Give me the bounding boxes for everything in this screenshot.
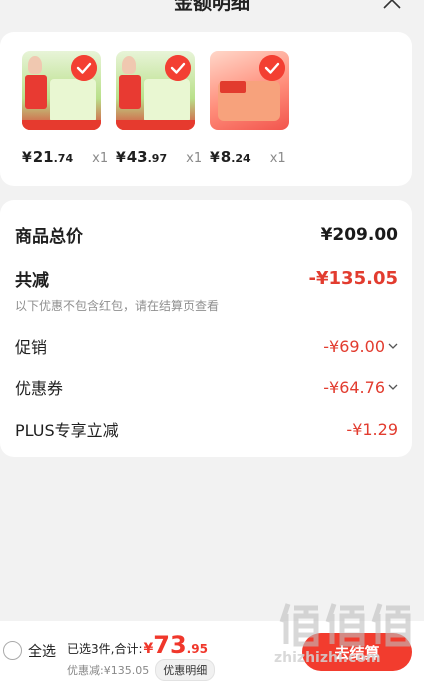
total-reduction-label: 共减 [15, 271, 49, 291]
discount-line: 优惠减:¥135.05 优惠明细 [67, 659, 216, 681]
checkmark-icon[interactable] [259, 55, 285, 81]
product-quantity: x1 [186, 151, 203, 166]
price-integer: 21 [32, 148, 54, 166]
coupon-value: -¥64.76 [323, 377, 385, 397]
price-decimal: .74 [53, 152, 74, 165]
total-price-label: 商品总价 [15, 227, 83, 247]
total-decimal: .95 [186, 642, 208, 656]
person-graphic [122, 56, 136, 74]
plus-discount-label: PLUS专享立减 [15, 421, 119, 440]
product-quantity: x1 [92, 151, 109, 166]
price-integer: 8 [220, 148, 232, 166]
checkmark-icon[interactable] [71, 55, 97, 81]
total-reduction-row: 共减 -¥135.05 [15, 266, 398, 291]
product-quantity: x1 [269, 151, 286, 166]
total-price-value: ¥209.00 [320, 224, 398, 245]
checkmark-icon[interactable] [165, 55, 191, 81]
product-box-graphic [50, 79, 96, 123]
price-currency: ¥ [116, 150, 126, 166]
total-price-row: 商品总价 ¥209.00 [15, 222, 398, 248]
product-price: ¥21.74 [22, 148, 73, 166]
plus-discount-row: PLUS专享立减 -¥1.29 [15, 417, 398, 441]
price-integer: 43 [126, 148, 148, 166]
coupon-value-wrap[interactable]: -¥64.76 [323, 378, 398, 397]
product-image[interactable] [210, 51, 289, 130]
red-band-graphic [116, 120, 195, 130]
product-list: ¥21.74 x1 ¥43.97 x1 ¥8.24 x1 [22, 51, 289, 166]
coupon-row[interactable]: 优惠券 -¥64.76 [15, 375, 398, 399]
plus-discount-value: -¥1.29 [346, 419, 398, 439]
select-all-label[interactable]: 全选 [28, 641, 56, 661]
price-decimal: .24 [231, 152, 251, 165]
checkout-bar: 全选 已选3件,合计: ¥ 73 .95 优惠减:¥135.05 优惠明细 去结… [0, 621, 424, 682]
promotion-label: 促销 [15, 338, 48, 357]
promo-panel-graphic [25, 75, 47, 109]
promotion-value-wrap[interactable]: -¥69.00 [323, 337, 398, 356]
page-title: 金额明细 [173, 0, 250, 14]
sale-tag-graphic [220, 81, 246, 93]
select-all-radio[interactable] [3, 641, 22, 660]
product-image[interactable] [116, 51, 195, 130]
promotion-value: -¥69.00 [323, 336, 385, 356]
promo-panel-graphic [119, 75, 141, 109]
red-band-graphic [22, 120, 101, 130]
total-integer: 73 [153, 631, 187, 659]
selected-count-text: 已选3件,合计: [67, 642, 143, 656]
product-price: ¥8.24 [210, 148, 251, 166]
price-currency: ¥ [22, 150, 32, 166]
product-image[interactable] [22, 51, 101, 130]
chevron-down-icon[interactable] [388, 342, 398, 350]
checkout-button[interactable]: 去结算 [302, 633, 412, 671]
chevron-down-icon[interactable] [388, 383, 398, 391]
total-currency: ¥ [143, 641, 154, 657]
total-reduction-value: -¥135.05 [308, 268, 398, 289]
price-decimal: .97 [147, 152, 168, 165]
close-icon[interactable] [380, 0, 404, 16]
product-item[interactable]: ¥43.97 x1 [116, 51, 202, 166]
product-price-row: ¥21.74 x1 [22, 148, 108, 166]
product-price-row: ¥8.24 x1 [210, 148, 289, 166]
products-card: ¥21.74 x1 ¥43.97 x1 ¥8.24 x1 [0, 32, 412, 186]
discount-amount-text: 优惠减:¥135.05 [67, 664, 150, 677]
selected-total: 已选3件,合计: ¥ 73 .95 [67, 633, 208, 657]
person-graphic [28, 56, 42, 74]
promotion-row[interactable]: 促销 -¥69.00 [15, 334, 398, 358]
reduction-note: 以下优惠不包含红包，请在结算页查看 [15, 299, 220, 313]
product-item[interactable]: ¥21.74 x1 [22, 51, 108, 166]
product-box-graphic [144, 79, 190, 123]
coupon-label: 优惠券 [15, 379, 64, 398]
discount-detail-button[interactable]: 优惠明细 [155, 659, 216, 681]
header: 金额明细 [0, 0, 424, 28]
price-currency: ¥ [210, 150, 220, 166]
price-summary-card: 商品总价 ¥209.00 共减 -¥135.05 以下优惠不包含红包，请在结算页… [0, 200, 412, 457]
product-price: ¥43.97 [116, 148, 167, 166]
product-price-row: ¥43.97 x1 [116, 148, 202, 166]
product-item[interactable]: ¥8.24 x1 [210, 51, 289, 166]
